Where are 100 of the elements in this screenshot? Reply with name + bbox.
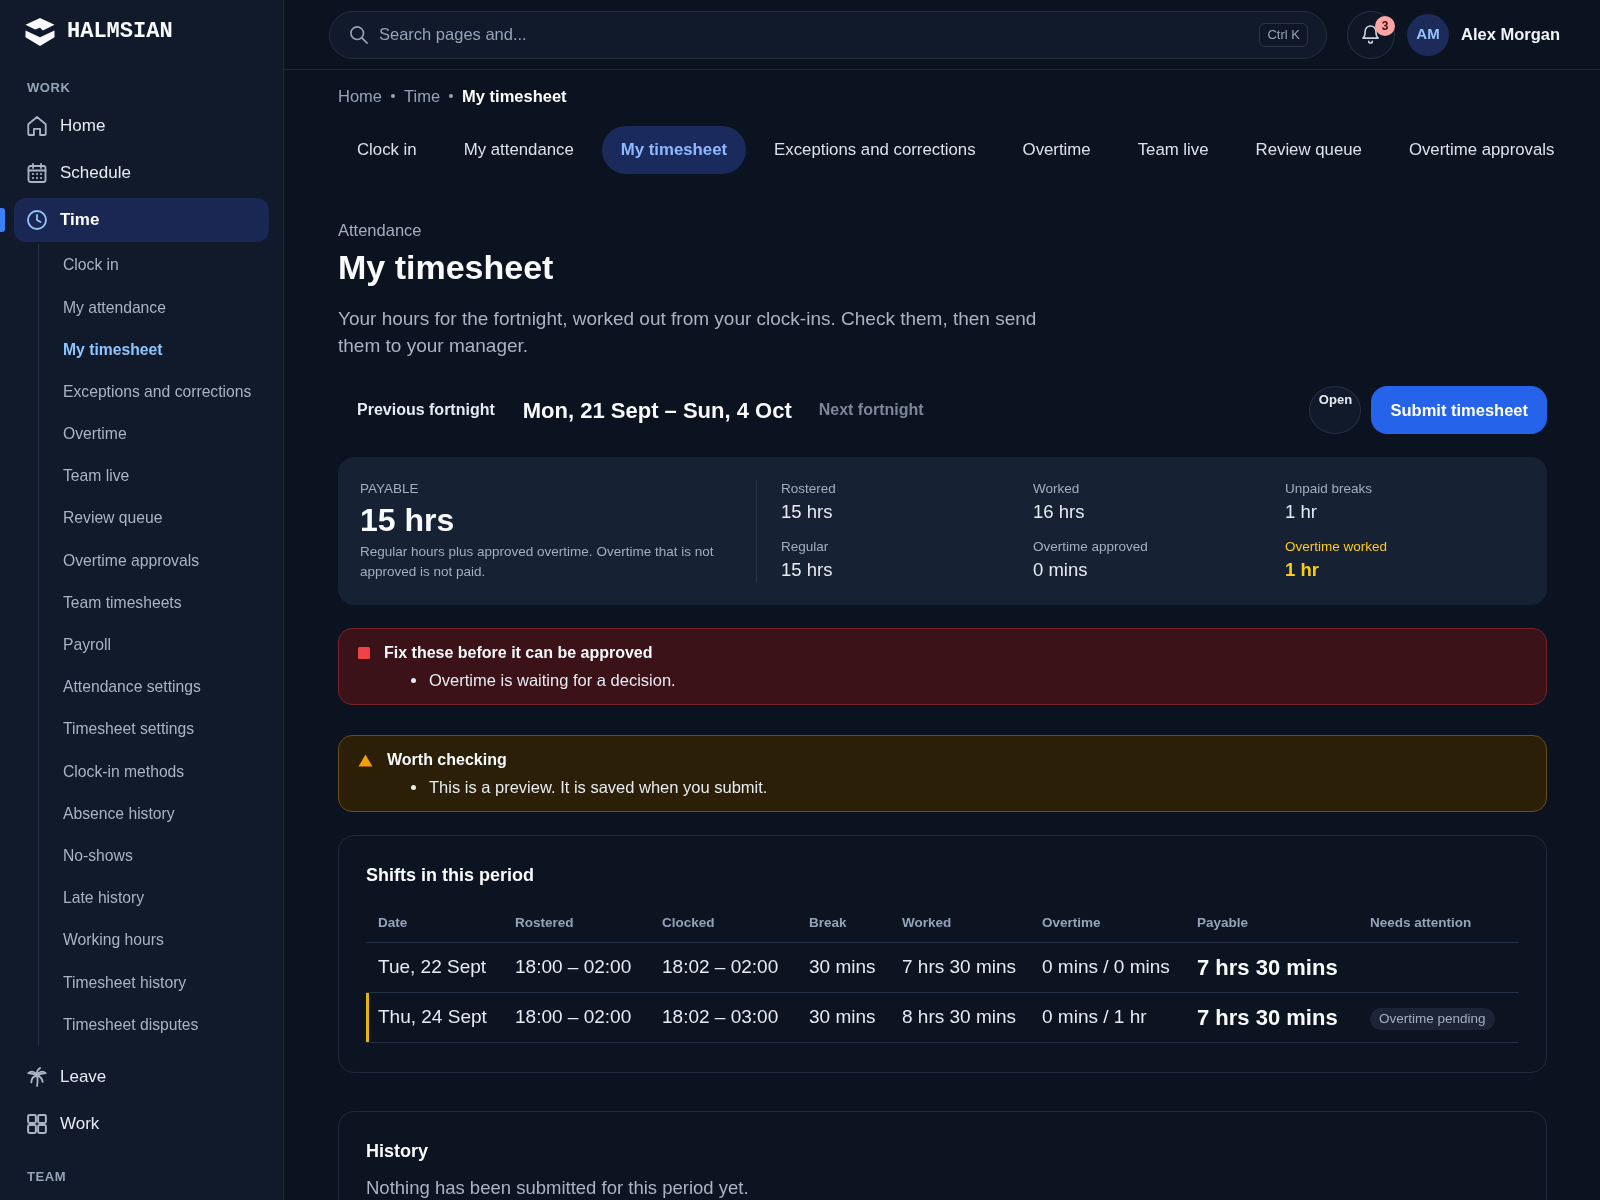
separator-dot-icon: [391, 94, 395, 98]
shortcut-hint: Ctrl K: [1259, 22, 1308, 47]
tab[interactable]: My timesheet: [601, 126, 747, 174]
stat-value: 16 hrs: [1033, 500, 1086, 524]
logo-icon: [23, 17, 57, 47]
sidebar-item[interactable]: Home: [14, 104, 269, 148]
brand-name: HALMSIAN: [67, 19, 173, 45]
column-header: Date: [366, 905, 503, 942]
user-name[interactable]: Alex Morgan: [1460, 22, 1560, 47]
warning-icon: [358, 753, 373, 767]
sidebar-subitem[interactable]: Timesheet settings: [39, 708, 195, 751]
home-icon: [27, 116, 47, 136]
column-header: Rostered: [503, 905, 650, 942]
column-header: Worked: [890, 905, 1030, 942]
user-avatar[interactable]: AM: [1406, 13, 1449, 56]
payable-value: 15 hrs: [360, 501, 456, 539]
stat-value: 15 hrs: [781, 557, 834, 582]
section-label: WORK: [27, 80, 71, 96]
payable-label: PAYABLE: [360, 480, 420, 498]
sidebar-subitem[interactable]: Clock in: [39, 244, 119, 287]
sidebar-subitem[interactable]: Overtime approvals: [39, 539, 199, 582]
sidebar-subitem[interactable]: Team timesheets: [39, 581, 182, 624]
error-icon: [358, 647, 370, 659]
sidebar-subitem[interactable]: Exceptions and corrections: [39, 370, 252, 413]
table-cell: 7 hrs 30 mins: [1185, 992, 1358, 1042]
tab[interactable]: Overtime: [1003, 126, 1110, 174]
sidebar-subitem[interactable]: Working hours: [39, 919, 164, 962]
column-header: Break: [797, 905, 890, 942]
table-cell: 0 mins / 1 hr: [1030, 992, 1185, 1042]
sidebar-subitem[interactable]: Payroll: [39, 623, 111, 666]
table-cell: Thu, 24 Sept: [366, 992, 503, 1042]
sidebar-item[interactable]: Work: [14, 1101, 269, 1146]
submit-button[interactable]: Submit timesheet: [1371, 386, 1547, 434]
column-header: Payable: [1185, 905, 1358, 942]
sidebar-item[interactable]: Schedule: [14, 151, 269, 195]
search-field[interactable]: Search pages and... Ctrl K: [329, 10, 1327, 59]
table-cell: 18:00 – 02:00: [503, 992, 650, 1042]
breadcrumb-link[interactable]: Time: [404, 85, 441, 107]
bullet-icon: [411, 677, 416, 683]
bullet-icon: [411, 784, 416, 790]
tab[interactable]: Overtime approvals: [1389, 126, 1574, 174]
status-pill: Open: [1309, 386, 1362, 434]
sidebar-subitem[interactable]: Team live: [39, 454, 130, 498]
search-input[interactable]: Search pages and...: [379, 22, 1249, 47]
column-header: Needs attention: [1358, 905, 1519, 942]
sidebar-subitem[interactable]: Late history: [39, 876, 145, 919]
breadcrumb-current: My timesheet: [462, 86, 567, 107]
section-title: Shifts in this period: [366, 864, 535, 887]
table-cell: 18:02 – 03:00: [650, 992, 797, 1042]
separator-dot-icon: [449, 94, 454, 98]
tab[interactable]: Team live: [1118, 126, 1228, 174]
table-cell: 30 mins: [797, 992, 890, 1042]
notifications-button[interactable]: 3: [1346, 10, 1395, 59]
page-title: My timesheet: [338, 247, 555, 288]
alert-item: Overtime is waiting for a decision.: [429, 670, 676, 691]
attention-tag: Overtime pending: [1370, 1007, 1495, 1030]
history-message: Nothing has been submitted for this period yet.: [366, 1177, 750, 1198]
stat-label: Regular: [781, 537, 830, 556]
stat-value: 1 hr: [1285, 557, 1320, 582]
tab[interactable]: My attendance: [444, 126, 593, 174]
sidebar-subitem[interactable]: Timesheet history: [39, 961, 187, 1004]
breadcrumb-link[interactable]: Home: [338, 85, 382, 107]
table-cell: 18:02 – 02:00: [650, 942, 797, 992]
tab[interactable]: Clock in: [338, 126, 436, 174]
stat-value: 0 mins: [1033, 557, 1089, 582]
sidebar-subitem[interactable]: No-shows: [39, 834, 133, 877]
sidebar-subitem[interactable]: Absence history: [39, 792, 175, 835]
tab[interactable]: Exceptions and corrections: [755, 126, 995, 174]
previous-period-button[interactable]: Previous fortnight: [338, 386, 514, 434]
alert-title: Fix these before it can be approved: [384, 643, 653, 663]
period-range: Mon, 21 Sept – Sun, 4 Oct: [522, 396, 792, 425]
stat-label: Overtime approved: [1033, 537, 1149, 556]
stat-label: Unpaid breaks: [1285, 480, 1374, 498]
table-cell: 8 hrs 30 mins: [890, 992, 1030, 1042]
page-eyebrow: Attendance: [338, 220, 423, 240]
stat-label: Worked: [1033, 480, 1081, 498]
sidebar-subitem[interactable]: My attendance: [39, 286, 166, 329]
clock-icon: [27, 210, 47, 230]
table-cell: 7 hrs 30 mins: [1185, 942, 1358, 992]
stat-value: 15 hrs: [781, 500, 834, 524]
sidebar-subitem[interactable]: Timesheet disputes: [39, 1003, 199, 1046]
selection-bar-icon: [0, 208, 5, 232]
grid-icon: [27, 1113, 47, 1134]
stat-label: Overtime worked: [1285, 537, 1389, 556]
alert-title: Worth checking: [387, 750, 507, 770]
section-title: History: [366, 1139, 429, 1163]
stat-label: Rostered: [781, 480, 837, 498]
calendar-icon: [27, 163, 47, 183]
section-label: TEAM: [27, 1168, 67, 1185]
sidebar-subitem[interactable]: Review queue: [39, 497, 163, 540]
column-header: Overtime: [1030, 905, 1185, 942]
payable-note: Regular hours plus approved overtime. Overtime that is not approved is not paid.: [360, 543, 715, 581]
sidebar-subitem[interactable]: My timesheet: [39, 328, 163, 371]
tab[interactable]: Review queue: [1236, 126, 1381, 174]
sidebar-subitem[interactable]: Attendance settings: [39, 665, 201, 709]
sidebar-subitem[interactable]: Clock-in methods: [39, 750, 185, 793]
page-description: Your hours for the fortnight, worked out from your clock-ins. Check them, then send them to your manager.: [338, 307, 1038, 358]
sidebar-subitem[interactable]: Overtime: [39, 412, 127, 455]
sidebar-item[interactable]: Time: [14, 198, 269, 242]
sidebar-item[interactable]: Leave: [14, 1054, 269, 1099]
